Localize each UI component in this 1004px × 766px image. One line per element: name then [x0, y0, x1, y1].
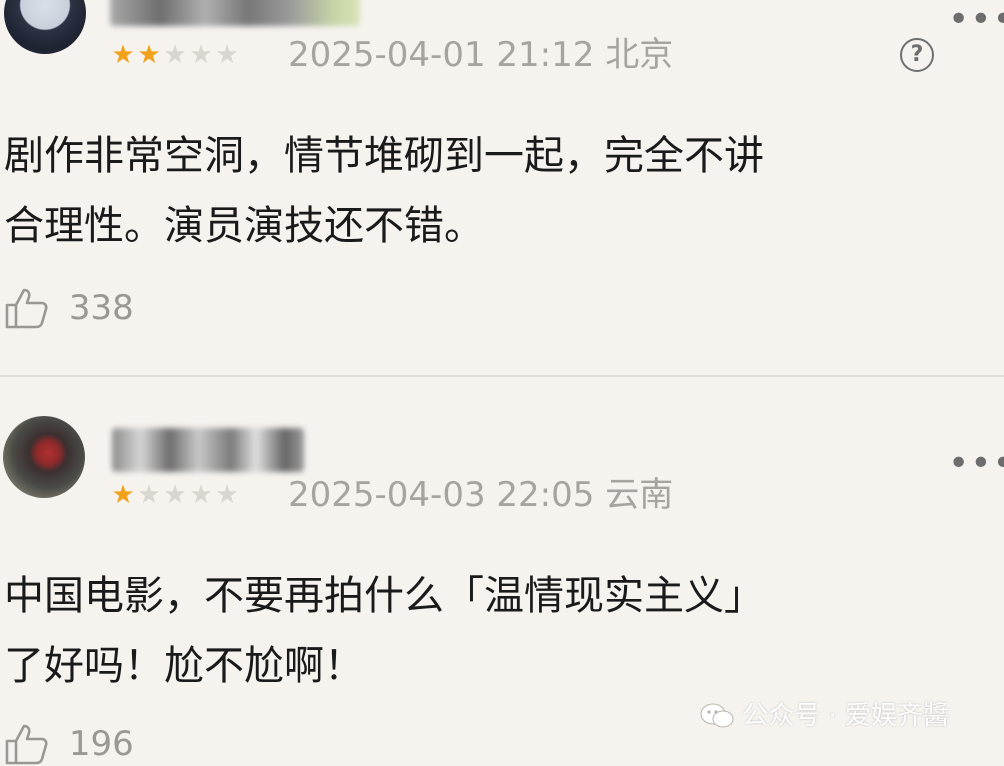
- more-options-button[interactable]: •••: [948, 2, 1004, 38]
- username-blurred[interactable]: [110, 0, 360, 26]
- avatar-icon[interactable]: [3, 416, 85, 498]
- comment-text-line-1: 中国电影，不要再拍什么「温情现实主义」: [4, 573, 764, 619]
- star-icon: ★: [163, 40, 187, 70]
- comment-datetime-location: 2025-04-01 21:12 北京: [288, 35, 674, 75]
- star-icon: ★: [137, 40, 161, 70]
- avatar-icon[interactable]: [4, 0, 86, 54]
- star-icon: ★: [189, 40, 213, 70]
- like-button[interactable]: 196: [4, 722, 134, 766]
- like-count: 196: [68, 724, 134, 764]
- more-options-button[interactable]: •••: [948, 446, 1004, 482]
- star-icon: ★: [189, 480, 213, 510]
- comment-divider: [0, 375, 1004, 377]
- question-circle-icon[interactable]: ?: [900, 38, 934, 72]
- thumbs-up-icon: [5, 724, 48, 765]
- star-icon: ★: [215, 40, 239, 70]
- comment-text-line-2: 了好吗！尬不尬啊！: [4, 643, 364, 689]
- username-blurred[interactable]: [112, 428, 304, 472]
- comment-text-line-1: 剧作非常空洞，情节堆砌到一起，完全不讲: [4, 133, 764, 179]
- star-rating: ★ ★ ★ ★ ★: [110, 42, 240, 68]
- like-count: 338: [68, 288, 134, 328]
- star-icon: ★: [163, 480, 187, 510]
- comment-datetime-location: 2025-04-03 22:05 云南: [288, 475, 674, 515]
- thumbs-up-icon: [5, 288, 48, 329]
- watermark-text: 公众号 · 爱娱齐醬: [742, 701, 950, 731]
- watermark: 公众号 · 爱娱齐醬: [700, 702, 949, 730]
- star-icon: ★: [111, 480, 135, 510]
- star-icon: ★: [137, 480, 161, 510]
- like-button[interactable]: 338: [4, 286, 134, 330]
- star-rating: ★ ★ ★ ★ ★: [110, 482, 240, 508]
- wechat-icon: [700, 703, 734, 728]
- star-icon: ★: [111, 40, 135, 70]
- star-icon: ★: [215, 480, 239, 510]
- comment-text-line-2: 合理性。演员演技还不错。: [4, 203, 484, 249]
